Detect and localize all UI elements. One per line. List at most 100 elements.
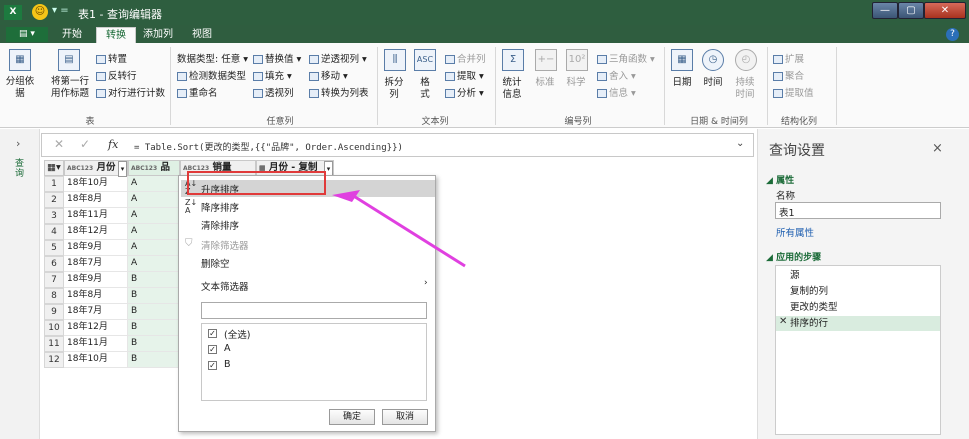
column-header-month[interactable]: ABC123 月份 ▾ — [64, 160, 128, 177]
close-window-button[interactable]: ✕ — [924, 2, 966, 19]
formula-input[interactable]: = Table.Sort(更改的类型,{{"品牌", Order.Ascendi… — [134, 140, 403, 153]
filter-search-input[interactable] — [201, 302, 427, 319]
row-number[interactable]: 6 — [44, 256, 64, 272]
data-type-dropdown[interactable]: 数据类型: 任意 ▾ — [177, 51, 248, 65]
maximize-button[interactable]: ▢ — [898, 2, 924, 19]
aggregate-button[interactable]: 聚合 — [773, 68, 804, 82]
cell-month[interactable]: 18年8月 — [64, 288, 128, 304]
clear-filter-item[interactable]: 清除筛选器 — [201, 238, 249, 252]
applied-steps-header[interactable]: ◢ 应用的步骤 — [766, 250, 821, 263]
cell-brand[interactable]: B — [128, 320, 180, 336]
row-number[interactable]: 2 — [44, 192, 64, 208]
cell-month[interactable]: 18年9月 — [64, 272, 128, 288]
confirm-formula-icon[interactable]: ✓ — [80, 137, 90, 151]
minimize-button[interactable]: — — [872, 2, 898, 19]
sort-descending-item[interactable]: 降序排序 — [201, 200, 239, 214]
clear-sort-item[interactable]: 清除排序 — [201, 218, 239, 232]
table-menu-icon[interactable]: ▦▾ — [44, 160, 64, 176]
information-button[interactable]: 信息 ▾ — [597, 85, 636, 99]
cell-month[interactable]: 18年7月 — [64, 304, 128, 320]
row-number[interactable]: 9 — [44, 304, 64, 320]
quick-access-menu[interactable]: ▾ = — [52, 5, 69, 16]
cell-brand[interactable]: A — [128, 240, 180, 256]
reverse-rows-button[interactable]: 反转行 — [96, 68, 137, 82]
cell-brand[interactable]: A — [128, 192, 180, 208]
remove-empty-item[interactable]: 删除空 — [201, 256, 230, 270]
cell-brand[interactable]: A — [128, 224, 180, 240]
date-button[interactable]: 日期 — [672, 77, 692, 89]
file-menu-button[interactable]: ▤ ▾ — [6, 27, 48, 42]
rename-button[interactable]: 重命名 — [177, 85, 218, 99]
delete-step-icon[interactable]: ✕ — [779, 316, 787, 327]
checkbox-select-all[interactable]: ✓ — [208, 329, 217, 338]
parse-button[interactable]: 分析 ▾ — [445, 85, 484, 99]
row-number[interactable]: 12 — [44, 352, 64, 368]
cell-brand[interactable]: A — [128, 208, 180, 224]
row-number[interactable]: 4 — [44, 224, 64, 240]
trigonometry-button[interactable]: 三角函数 ▾ — [597, 51, 655, 65]
filter-dropdown-icon[interactable]: ▾ — [118, 161, 127, 177]
count-rows-button[interactable]: 对行进行计数 — [96, 85, 165, 99]
expand-formula-icon[interactable]: ⌄ — [736, 138, 744, 149]
cell-month[interactable]: 18年9月 — [64, 240, 128, 256]
cell-brand[interactable]: A — [128, 176, 180, 192]
ok-button[interactable]: 确定 — [329, 409, 375, 425]
extract-button[interactable]: 提取 ▾ — [445, 68, 484, 82]
time-button[interactable]: 时间 — [703, 77, 723, 89]
cell-month[interactable]: 18年7月 — [64, 256, 128, 272]
statistics-button[interactable]: 统计信息 — [499, 77, 525, 101]
help-icon[interactable]: ? — [946, 28, 959, 41]
step-sorted-rows[interactable]: 排序的行 — [776, 316, 940, 331]
format-button[interactable]: 格式 — [417, 77, 433, 101]
cell-brand[interactable]: B — [128, 336, 180, 352]
step-duplicated-column[interactable]: 复制的列 — [780, 284, 960, 299]
tab-add-column[interactable]: 添加列 — [138, 27, 178, 43]
cell-brand[interactable]: B — [128, 272, 180, 288]
use-first-row-button[interactable]: 将第一行用作标题 — [47, 76, 93, 100]
step-changed-type[interactable]: 更改的类型 — [780, 300, 960, 315]
cancel-formula-icon[interactable]: ✕ — [54, 137, 64, 151]
expand-button[interactable]: 扩展 — [773, 51, 804, 65]
move-button[interactable]: 移动 ▾ — [309, 68, 348, 82]
standard-button[interactable]: 标准 — [534, 77, 556, 89]
all-properties-link[interactable]: 所有属性 — [776, 225, 814, 239]
transpose-button[interactable]: 转置 — [96, 51, 127, 65]
row-number[interactable]: 5 — [44, 240, 64, 256]
queries-label[interactable]: 查询 — [15, 159, 25, 179]
pivot-column-button[interactable]: 透视列 — [253, 85, 294, 99]
row-number[interactable]: 7 — [44, 272, 64, 288]
tab-home[interactable]: 开始 — [52, 27, 92, 43]
row-number[interactable]: 3 — [44, 208, 64, 224]
cell-month[interactable]: 18年10月 — [64, 176, 128, 192]
tab-view[interactable]: 视图 — [185, 27, 219, 43]
row-number[interactable]: 11 — [44, 336, 64, 352]
detect-type-button[interactable]: 检测数据类型 — [177, 68, 246, 82]
cell-month[interactable]: 18年11月 — [64, 336, 128, 352]
cell-brand[interactable]: B — [128, 304, 180, 320]
cell-brand[interactable]: B — [128, 288, 180, 304]
cell-month[interactable]: 18年12月 — [64, 320, 128, 336]
scientific-button[interactable]: 科学 — [565, 77, 587, 89]
extract-values-button[interactable]: 提取值 — [773, 85, 814, 99]
split-column-button[interactable]: 拆分列 — [384, 77, 404, 101]
row-number[interactable]: 1 — [44, 176, 64, 192]
cell-month[interactable]: 18年12月 — [64, 224, 128, 240]
column-header-brand[interactable]: ABC123 品牌▾ — [128, 160, 180, 192]
merge-columns-button[interactable]: 合并列 — [445, 51, 486, 65]
cell-month[interactable]: 18年8月 — [64, 192, 128, 208]
checkbox-b[interactable]: ✓ — [208, 361, 217, 370]
close-pane-icon[interactable]: × — [932, 141, 943, 156]
row-number[interactable]: 8 — [44, 288, 64, 304]
smiley-icon[interactable]: ☺ — [32, 4, 48, 20]
rounding-button[interactable]: 舍入 ▾ — [597, 68, 636, 82]
row-number[interactable]: 10 — [44, 320, 64, 336]
step-source[interactable]: 源 — [780, 268, 960, 283]
cell-brand[interactable]: A — [128, 256, 180, 272]
cell-month[interactable]: 18年10月 — [64, 352, 128, 368]
checkbox-a[interactable]: ✓ — [208, 345, 217, 354]
cancel-button[interactable]: 取消 — [382, 409, 428, 425]
fill-button[interactable]: 填充 ▾ — [253, 68, 292, 82]
fx-icon[interactable]: fx — [108, 138, 118, 151]
expand-pane-icon[interactable]: › — [16, 137, 20, 150]
group-by-button[interactable]: 分组依据 — [5, 76, 35, 100]
